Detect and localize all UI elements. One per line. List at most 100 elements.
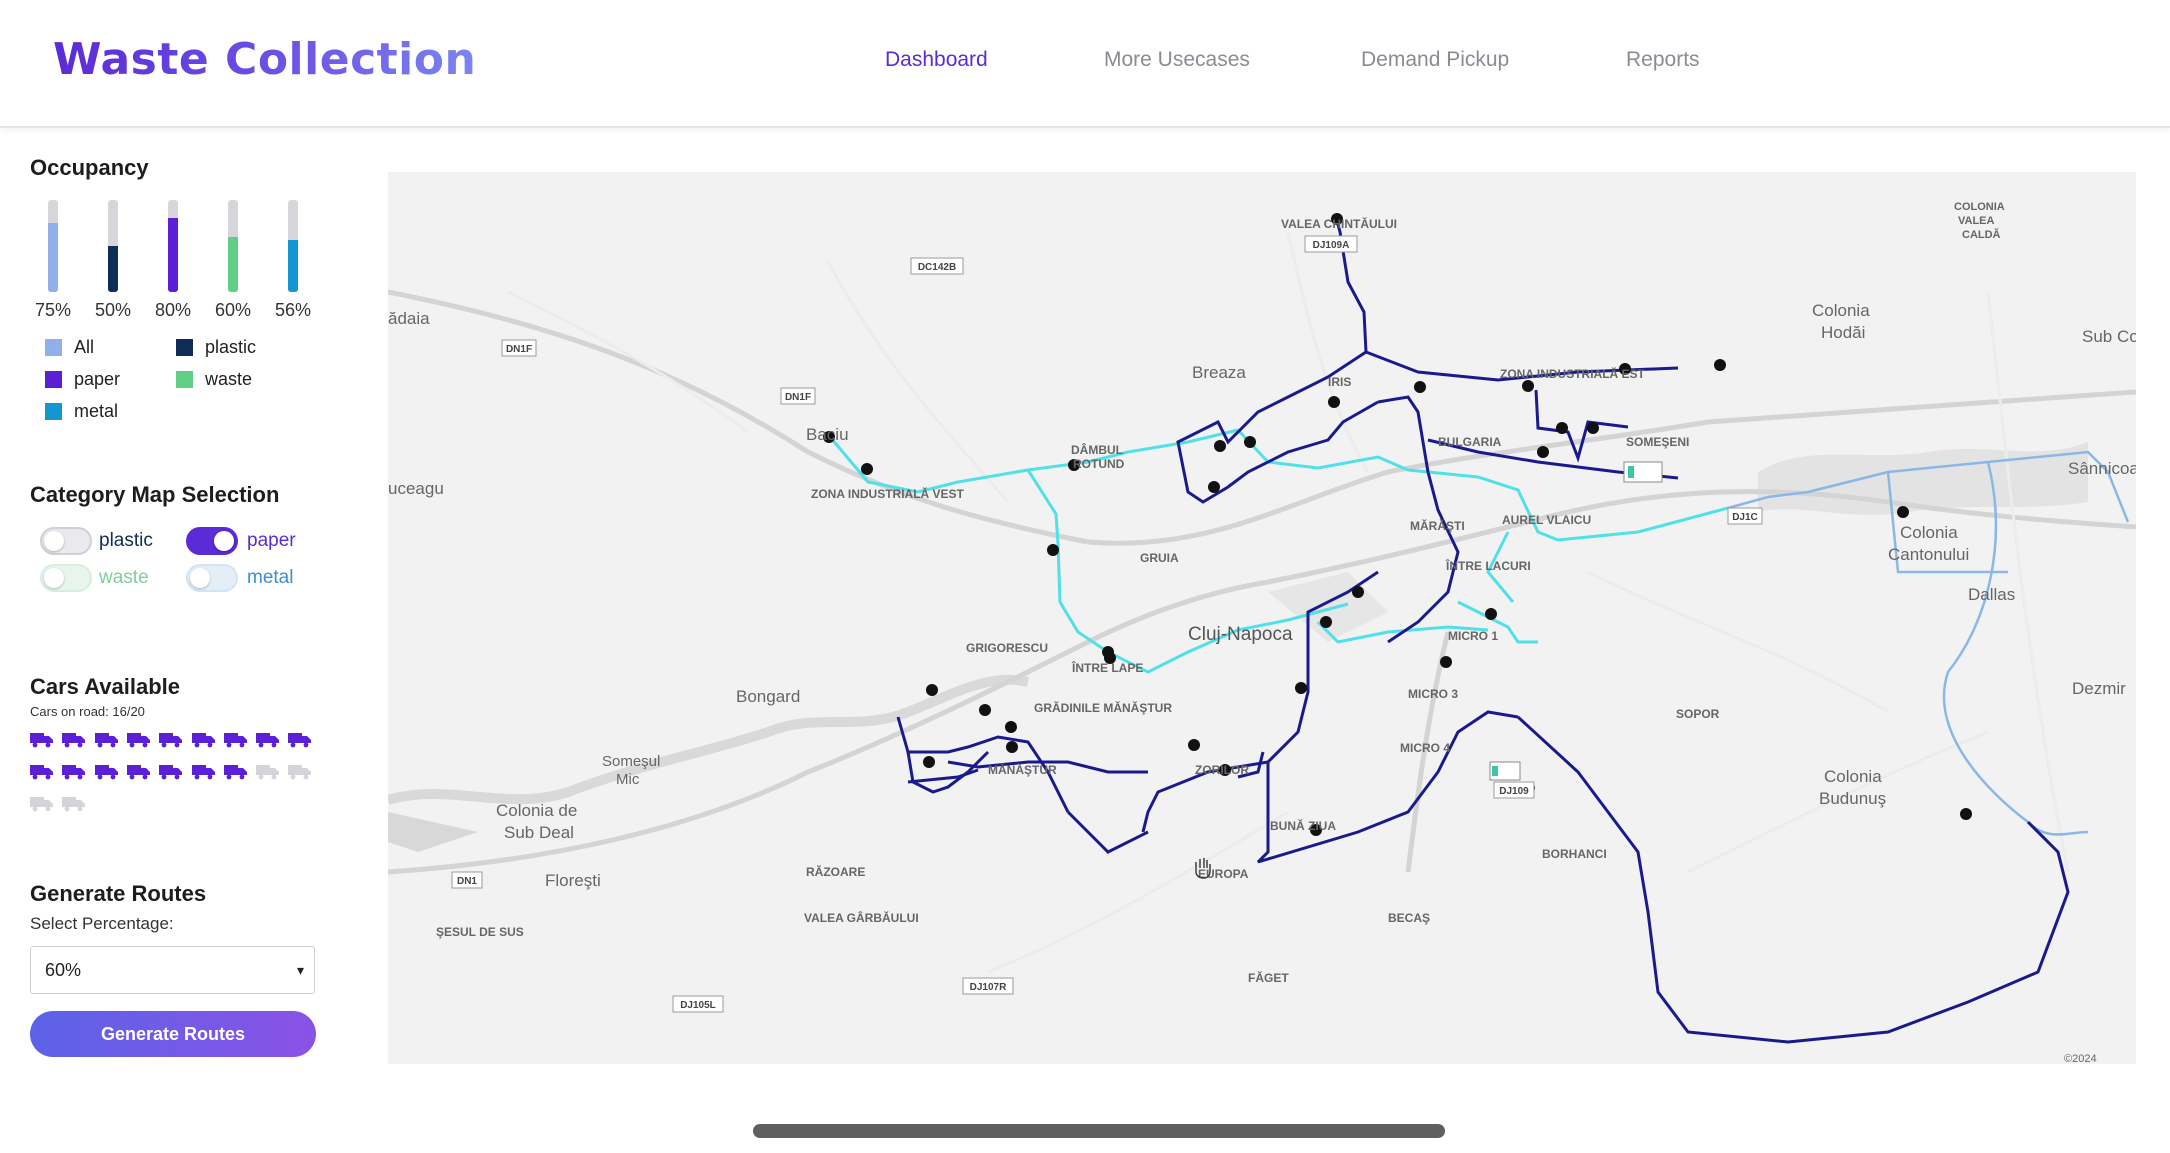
legend-swatch-plastic <box>176 339 193 356</box>
svg-text:ÎNTRE LACURI: ÎNTRE LACURI <box>1445 558 1531 573</box>
svg-text:DJ109: DJ109 <box>1499 786 1529 797</box>
svg-text:ădaia: ădaia <box>388 309 430 328</box>
app-logo-title[interactable]: Waste Collection <box>53 34 476 85</box>
truck-icon <box>94 765 118 780</box>
truck-icon <box>288 765 312 780</box>
truck-icon <box>159 733 183 748</box>
truck-icon <box>191 733 215 748</box>
place-labels: VALEA CHINTĂULUI COLONIA VALEA CALDĂ Col… <box>388 201 2136 1064</box>
svg-text:BUNĂ ZIUA: BUNĂ ZIUA <box>1270 818 1336 833</box>
svg-text:Dezmir: Dezmir <box>2072 679 2126 698</box>
nav-dashboard[interactable]: Dashboard <box>885 48 988 72</box>
svg-text:IRIS: IRIS <box>1328 375 1351 389</box>
svg-text:Mic: Mic <box>616 771 640 788</box>
svg-text:CALDĂ: CALDĂ <box>1962 228 2001 241</box>
svg-text:Colonia de: Colonia de <box>496 801 577 820</box>
lake-shape <box>388 812 478 852</box>
toggle-knob <box>190 568 210 588</box>
truck-icon <box>62 733 86 748</box>
svg-text:ZONA INDUSTRIALĂ EST: ZONA INDUSTRIALĂ EST <box>1500 366 1646 381</box>
truck-icon <box>223 733 247 748</box>
svg-text:Cluj-Napoca: Cluj-Napoca <box>1188 624 1293 645</box>
legend-swatch-metal <box>45 403 62 420</box>
chevron-down-icon: ▾ <box>296 962 304 978</box>
truck-icon <box>126 733 150 748</box>
toggle-label-waste: waste <box>99 567 149 588</box>
toggle-label-metal: metal <box>247 567 294 588</box>
legend-swatch-waste <box>176 371 193 388</box>
toggle-metal[interactable] <box>186 564 238 592</box>
truck-icon <box>256 765 280 780</box>
top-header: Waste Collection Dashboard More Usecases… <box>0 0 2170 128</box>
occupancy-bar-fill <box>228 236 238 292</box>
svg-text:GRĂDINILE MĂNĂŞTUR: GRĂDINILE MĂNĂŞTUR <box>1034 700 1172 715</box>
airport-area <box>1758 442 2088 515</box>
generate-routes-title: Generate Routes <box>30 881 207 906</box>
svg-text:Hodăi: Hodăi <box>1821 323 1865 342</box>
svg-text:SOMEŞENI: SOMEŞENI <box>1626 435 1689 449</box>
occupancy-bar <box>168 200 178 292</box>
horizontal-scrollbar[interactable] <box>753 1124 1445 1138</box>
svg-text:ÎNTRE LAPE: ÎNTRE LAPE <box>1071 660 1143 675</box>
occupancy-bar-label: 75% <box>34 300 72 320</box>
svg-text:AUREL VLAICU: AUREL VLAICU <box>1502 513 1591 527</box>
toggle-label-paper: paper <box>247 530 296 551</box>
svg-text:VALEA GÂRBĂULUI: VALEA GÂRBĂULUI <box>804 910 919 925</box>
legend-plastic: plastic <box>176 337 256 358</box>
svg-text:Cantonului: Cantonului <box>1888 545 1969 564</box>
truck-icon <box>126 765 150 780</box>
svg-text:Budunuş: Budunuş <box>1819 789 1886 808</box>
truck-icon <box>62 797 86 812</box>
occupancy-bar-label: 60% <box>214 300 252 320</box>
occupancy-bar-fill <box>108 246 118 292</box>
toggle-paper[interactable] <box>186 527 238 555</box>
svg-text:Sub Deal: Sub Deal <box>504 823 574 842</box>
svg-text:GRIGORESCU: GRIGORESCU <box>966 641 1048 655</box>
occupancy-bar <box>288 200 298 292</box>
svg-text:MICRO 1: MICRO 1 <box>1448 629 1498 643</box>
generate-routes-button[interactable]: Generate Routes <box>30 1011 316 1057</box>
svg-text:ZONA INDUSTRIALĂ VEST: ZONA INDUSTRIALĂ VEST <box>811 486 965 501</box>
percentage-select[interactable]: 60% ▾ <box>30 946 315 994</box>
svg-text:DN1F: DN1F <box>785 392 811 403</box>
occupancy-bar <box>228 200 238 292</box>
occupancy-title: Occupancy <box>30 155 149 180</box>
svg-text:ZORILOR: ZORILOR <box>1195 763 1249 777</box>
toggle-plastic[interactable] <box>40 527 92 555</box>
svg-text:Sub Coa: Sub Coa <box>2082 327 2136 346</box>
svg-text:FĂGET: FĂGET <box>1248 970 1289 985</box>
occupancy-bar-fill <box>288 240 298 292</box>
svg-text:MĂNĂŞTUR: MĂNĂŞTUR <box>988 762 1057 777</box>
legend-waste: waste <box>176 369 252 390</box>
truck-icon <box>30 797 53 812</box>
nav-more-usecases[interactable]: More Usecases <box>1104 48 1250 72</box>
truck-icon <box>30 733 53 748</box>
map-view[interactable]: DJ109A DC142B DN1F DN1F DJ1C DJ109 DN1 D… <box>388 172 2136 1064</box>
toggle-waste[interactable] <box>40 564 92 592</box>
svg-text:Floreşti: Floreşti <box>545 871 601 890</box>
map-canvas[interactable]: DJ109A DC142B DN1F DN1F DJ1C DJ109 DN1 D… <box>388 172 2136 1064</box>
svg-text:©2024: ©2024 <box>2064 1053 2097 1064</box>
svg-text:MICRO 4: MICRO 4 <box>1400 741 1450 755</box>
nav-reports[interactable]: Reports <box>1626 48 1700 72</box>
svg-text:DJ107R: DJ107R <box>970 982 1007 993</box>
svg-text:Dallas: Dallas <box>1968 585 2015 604</box>
legend-all: All <box>45 337 94 358</box>
svg-text:SOPOR: SOPOR <box>1676 707 1720 721</box>
truck-icon <box>223 765 247 780</box>
legend-swatch-paper <box>45 371 62 388</box>
svg-text:Sânnicoa: Sânnicoa <box>2068 459 2136 478</box>
truck-icon <box>256 733 280 748</box>
svg-text:VALEA CHINTĂULUI: VALEA CHINTĂULUI <box>1281 216 1397 231</box>
svg-text:Baciu: Baciu <box>806 425 849 444</box>
percentage-select-value: 60% <box>45 960 82 980</box>
truck-icon <box>62 765 86 780</box>
svg-text:Colonia: Colonia <box>1824 767 1882 786</box>
svg-text:Someşul: Someşul <box>602 753 660 770</box>
truck-icon <box>94 733 118 748</box>
svg-text:BECAŞ: BECAŞ <box>1388 911 1430 925</box>
nav-demand-pickup[interactable]: Demand Pickup <box>1361 48 1509 72</box>
category-map-title: Category Map Selection <box>30 482 280 507</box>
svg-text:Breaza: Breaza <box>1192 363 1246 382</box>
legend-label: paper <box>74 369 121 389</box>
